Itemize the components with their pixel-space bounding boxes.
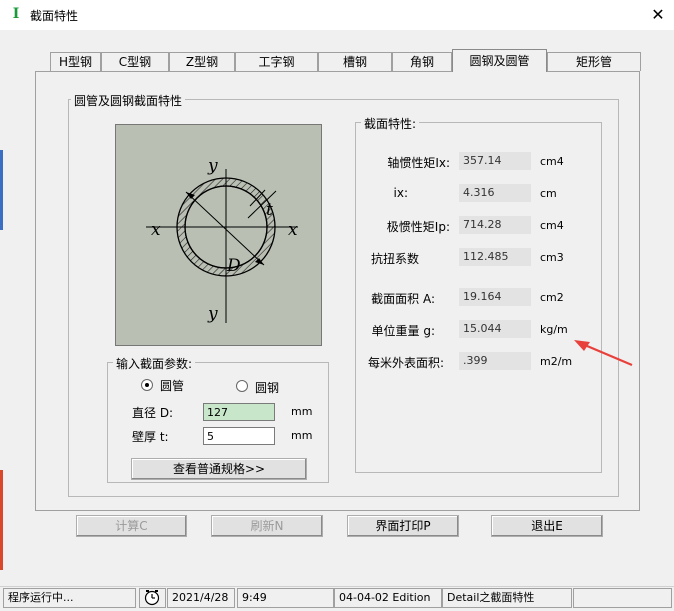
axis-label-y-top: y [207, 156, 218, 176]
radio-pipe[interactable] [141, 379, 153, 391]
prop-label-area: 截面面积 A: [371, 292, 435, 306]
calculate-button[interactable]: 计算C [76, 515, 187, 537]
tab-c-steel[interactable]: C型钢 [101, 52, 169, 71]
thickness-unit: mm [291, 429, 313, 442]
tab-angle[interactable]: 角钢 [392, 52, 452, 71]
radio-pipe-label: 圆管 [160, 379, 185, 393]
prop-unit-torsion: cm3 [540, 251, 564, 264]
window-title: 截面特性 [30, 9, 79, 23]
prop-unit-polar-inertia: cm4 [540, 219, 564, 232]
tab-rect-tube[interactable]: 矩形管 [547, 52, 641, 71]
status-edition: 04-04-02 Edition [334, 588, 442, 608]
prop-value-polar-inertia: 714.28 [459, 216, 531, 234]
thickness-input[interactable] [203, 427, 275, 445]
lookup-standard-specs-button[interactable]: 查看普通规格>> [131, 458, 307, 480]
prop-value-unit-weight: 15.044 [459, 320, 531, 338]
diameter-input[interactable] [203, 403, 275, 421]
prop-label-torsion: 抗扭系数 [370, 252, 419, 266]
radio-bar-label: 圆钢 [255, 381, 280, 395]
background-app-strip [0, 30, 3, 610]
tab-z-steel[interactable]: Z型钢 [169, 52, 235, 71]
thickness-label: 壁厚 t: [132, 430, 169, 444]
clock-icon-cell [139, 588, 166, 608]
print-screen-button[interactable]: 界面打印P [347, 515, 459, 537]
prop-value-surface-area: .399 [459, 352, 531, 370]
diameter-unit: mm [291, 405, 313, 418]
prop-value-radius-gyration: 4.316 [459, 184, 531, 202]
exit-button[interactable]: 退出E [491, 515, 603, 537]
input-params-title: 输入截面参数: [113, 355, 196, 372]
status-time: 9:49 [237, 588, 334, 608]
prop-unit-unit-weight: kg/m [540, 323, 568, 336]
prop-value-area: 19.164 [459, 288, 531, 306]
props-group-title: 截面特性: [361, 115, 420, 132]
pipe-section-drawing: y y x x t D [146, 156, 298, 324]
prop-label-ix-inertia: 轴惯性矩Ix: [387, 156, 450, 170]
prop-value-ix-inertia: 357.14 [459, 152, 531, 170]
prop-unit-area: cm2 [540, 291, 564, 304]
prop-label-polar-inertia: 极惯性矩Ip: [386, 220, 450, 234]
radio-bar[interactable] [236, 380, 248, 392]
status-text: 程序运行中... [3, 588, 136, 608]
title-bar [0, 0, 674, 30]
status-extra-cell [573, 588, 672, 608]
tab-round-pipe[interactable]: 圆钢及圆管 [452, 49, 547, 72]
prop-label-radius-gyration: ix: [393, 186, 408, 200]
axis-label-x-right: x [288, 220, 298, 240]
status-module: Detail之截面特性 [442, 588, 572, 608]
prop-unit-radius-gyration: cm [540, 187, 557, 200]
prop-unit-surface-area: m2/m [540, 355, 573, 368]
section-group-title: 圆管及圆钢截面特性 [71, 92, 186, 109]
diameter-label: 直径 D: [132, 406, 174, 420]
prop-value-torsion: 112.485 [459, 248, 531, 266]
axis-label-y-bottom: y [207, 304, 218, 324]
close-icon[interactable]: ✕ [646, 4, 670, 26]
status-date: 2021/4/28 [167, 588, 235, 608]
tab-i-beam[interactable]: 工字钢 [235, 52, 318, 71]
cross-section-diagram: y y x x t D [115, 124, 322, 346]
prop-label-surface-area: 每米外表面积: [367, 356, 444, 370]
axis-label-x-left: x [151, 220, 161, 240]
clock-icon [144, 590, 160, 606]
tab-channel[interactable]: 槽钢 [318, 52, 392, 71]
dimension-label-t: t [266, 200, 273, 220]
app-icon: I [12, 6, 20, 22]
prop-unit-ix-inertia: cm4 [540, 155, 564, 168]
prop-label-unit-weight: 单位重量 g: [371, 324, 435, 338]
refresh-button[interactable]: 刷新N [211, 515, 323, 537]
dimension-label-d: D [226, 256, 241, 276]
tab-h-steel[interactable]: H型钢 [50, 52, 101, 71]
annotation-arrow-icon [574, 340, 633, 367]
